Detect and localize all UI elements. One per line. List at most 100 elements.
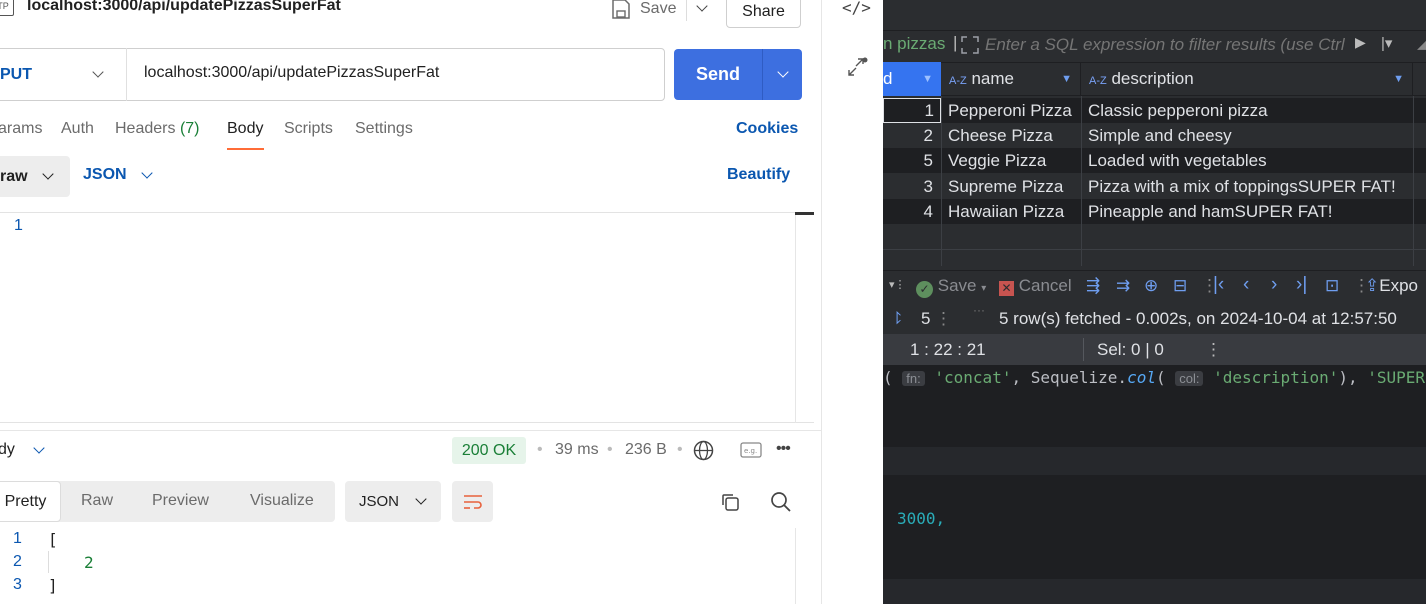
- expand-icon[interactable]: [846, 56, 868, 78]
- send-button[interactable]: Send: [674, 49, 762, 100]
- edit-row-icon[interactable]: ⇶: [1086, 276, 1100, 296]
- tab-visualize[interactable]: Visualize: [250, 492, 314, 510]
- cell-description[interactable]: Classic pepperoni pizza: [1088, 98, 1418, 123]
- response-line-number: 3: [13, 576, 22, 593]
- filter-icon[interactable]: ◢: [1417, 34, 1426, 52]
- example-icon[interactable]: e.g.: [740, 442, 762, 458]
- save-changes-button[interactable]: ✓ Save ▾: [916, 276, 986, 298]
- table-row[interactable]: 5 Veggie Pizza Loaded with vegetables: [883, 148, 1426, 173]
- cell-name[interactable]: Pepperoni Pizza: [948, 98, 1078, 123]
- cell-id[interactable]: 3: [883, 174, 941, 199]
- cell-description[interactable]: Pineapple and hamSUPER FAT!: [1088, 199, 1418, 224]
- code-editor[interactable]: [883, 365, 1426, 604]
- wrap-lines-button[interactable]: [452, 481, 493, 522]
- next-page-icon[interactable]: ›: [1271, 274, 1277, 296]
- table-row[interactable]: 2 Cheese Pizza Simple and cheesy: [883, 123, 1426, 148]
- editor-scrollbar[interactable]: [795, 212, 814, 423]
- response-size[interactable]: 236 B: [625, 441, 667, 459]
- tab-raw[interactable]: Raw: [81, 492, 113, 510]
- request-body-editor[interactable]: [0, 212, 814, 423]
- filter-history-button[interactable]: |▾: [1381, 34, 1392, 52]
- response-format-select[interactable]: JSON: [345, 481, 441, 522]
- duplicate-row-icon[interactable]: ⊕: [1144, 276, 1158, 296]
- cell-name[interactable]: Veggie Pizza: [948, 148, 1078, 173]
- cell-description[interactable]: Pizza with a mix of toppingsSUPER FAT!: [1088, 174, 1418, 199]
- cookies-link[interactable]: Cookies: [736, 120, 798, 138]
- fetch-status: 5 row(s) fetched - 0.002s, on 2024-10-04…: [999, 309, 1397, 328]
- add-row-icon[interactable]: ⇉: [1116, 276, 1130, 296]
- response-section-select[interactable]: dy: [0, 441, 45, 459]
- beautify-link[interactable]: Beautify: [727, 166, 790, 184]
- cell-name[interactable]: Hawaiian Pizza: [948, 199, 1078, 224]
- tab-settings[interactable]: Settings: [355, 120, 413, 138]
- cell-name[interactable]: Supreme Pizza: [948, 174, 1078, 199]
- play-icon[interactable]: ▶: [1355, 34, 1366, 51]
- cursor-position[interactable]: 1 : 22 : 21: [910, 340, 986, 360]
- share-button[interactable]: Share: [726, 0, 801, 28]
- selection-info[interactable]: Sel: 0 | 0: [1097, 340, 1164, 360]
- response-line-number: 1: [13, 530, 22, 547]
- export-button[interactable]: ⇪Expo: [1365, 276, 1418, 296]
- status-badge[interactable]: 200 OK: [452, 437, 526, 464]
- tab-headers[interactable]: Headers (7): [115, 120, 200, 138]
- globe-icon[interactable]: [693, 440, 714, 461]
- grid-line: [1081, 96, 1082, 266]
- send-dropdown-button[interactable]: [762, 49, 802, 100]
- row-count[interactable]: 5: [921, 309, 930, 329]
- request-title[interactable]: localhost:3000/api/updatePizzasSuperFat: [27, 0, 341, 15]
- response-scrollbar[interactable]: [795, 528, 814, 604]
- editor-scrollbar-thumb[interactable]: [795, 212, 814, 215]
- response-line-text: [: [48, 530, 58, 549]
- first-page-icon[interactable]: |‹: [1213, 274, 1224, 296]
- table-row[interactable]: 3 Supreme Pizza Pizza with a mix of topp…: [883, 174, 1426, 199]
- dropdown-arrow-icon[interactable]: ▾⋮: [889, 278, 906, 291]
- more-menu-icon[interactable]: ⋮: [1205, 340, 1222, 360]
- last-page-icon[interactable]: ›|: [1296, 274, 1307, 296]
- response-time[interactable]: 39 ms: [555, 441, 599, 459]
- save-label: Save: [640, 0, 677, 17]
- url-input[interactable]: localhost:3000/api/updatePizzasSuperFat: [144, 64, 439, 82]
- tab-headers-label: Headers: [115, 120, 176, 137]
- export-icon: ⇪: [1365, 276, 1380, 295]
- code-icon[interactable]: </>: [842, 0, 871, 17]
- body-mode-select[interactable]: raw: [0, 156, 70, 197]
- cell-id[interactable]: 2: [883, 123, 941, 148]
- cell-id[interactable]: 1: [883, 98, 941, 123]
- prev-page-icon[interactable]: ‹: [1243, 274, 1249, 296]
- tab-auth[interactable]: Auth: [61, 120, 94, 138]
- copy-icon[interactable]: [720, 492, 740, 512]
- cell-id[interactable]: 4: [883, 199, 941, 224]
- column-header-id[interactable]: d ▼: [883, 62, 941, 96]
- cell-description[interactable]: Simple and cheesy: [1088, 123, 1418, 148]
- status-label: 200 OK: [461, 441, 517, 459]
- tab-pretty-label: Pretty: [4, 492, 47, 510]
- response-line-number: 2: [13, 553, 22, 570]
- cell-name[interactable]: Cheese Pizza: [948, 123, 1078, 148]
- cell-id[interactable]: 5: [883, 148, 941, 173]
- table-row[interactable]: 4 Hawaiian Pizza Pineapple and hamSUPER …: [883, 199, 1426, 224]
- tab-preview[interactable]: Preview: [152, 492, 209, 510]
- empty-grid-area: [883, 224, 1426, 266]
- filter-expand-icon[interactable]: [961, 36, 979, 54]
- tab-body[interactable]: Body: [227, 120, 263, 138]
- export-label: Expo: [1379, 276, 1418, 295]
- tab-params[interactable]: arams: [0, 120, 42, 138]
- filter-input[interactable]: [985, 33, 1353, 57]
- fetch-all-icon[interactable]: ⊡: [1325, 276, 1339, 296]
- table-row[interactable]: 1 Pepperoni Pizza Classic pepperoni pizz…: [883, 98, 1426, 123]
- row-count-icon[interactable]: ⥏: [893, 308, 901, 329]
- search-icon[interactable]: [770, 491, 792, 513]
- method-select[interactable]: PUT: [0, 48, 127, 101]
- body-format-select[interactable]: JSON: [83, 166, 153, 184]
- save-dropdown-button[interactable]: [686, 0, 716, 21]
- delete-row-icon[interactable]: ⊟: [1173, 276, 1187, 296]
- tab-pretty[interactable]: Pretty: [0, 481, 61, 522]
- more-options-icon[interactable]: •••: [776, 440, 791, 458]
- save-button[interactable]: Save: [612, 0, 676, 21]
- cell-description[interactable]: Loaded with vegetables: [1088, 148, 1418, 173]
- column-header-description[interactable]: A-Z description ▼: [1081, 62, 1413, 96]
- column-header-name[interactable]: A-Z name ▼: [941, 62, 1081, 96]
- ide-top-strip: [883, 0, 1426, 28]
- tab-scripts[interactable]: Scripts: [284, 120, 333, 138]
- cancel-button[interactable]: ✕ Cancel: [999, 276, 1072, 296]
